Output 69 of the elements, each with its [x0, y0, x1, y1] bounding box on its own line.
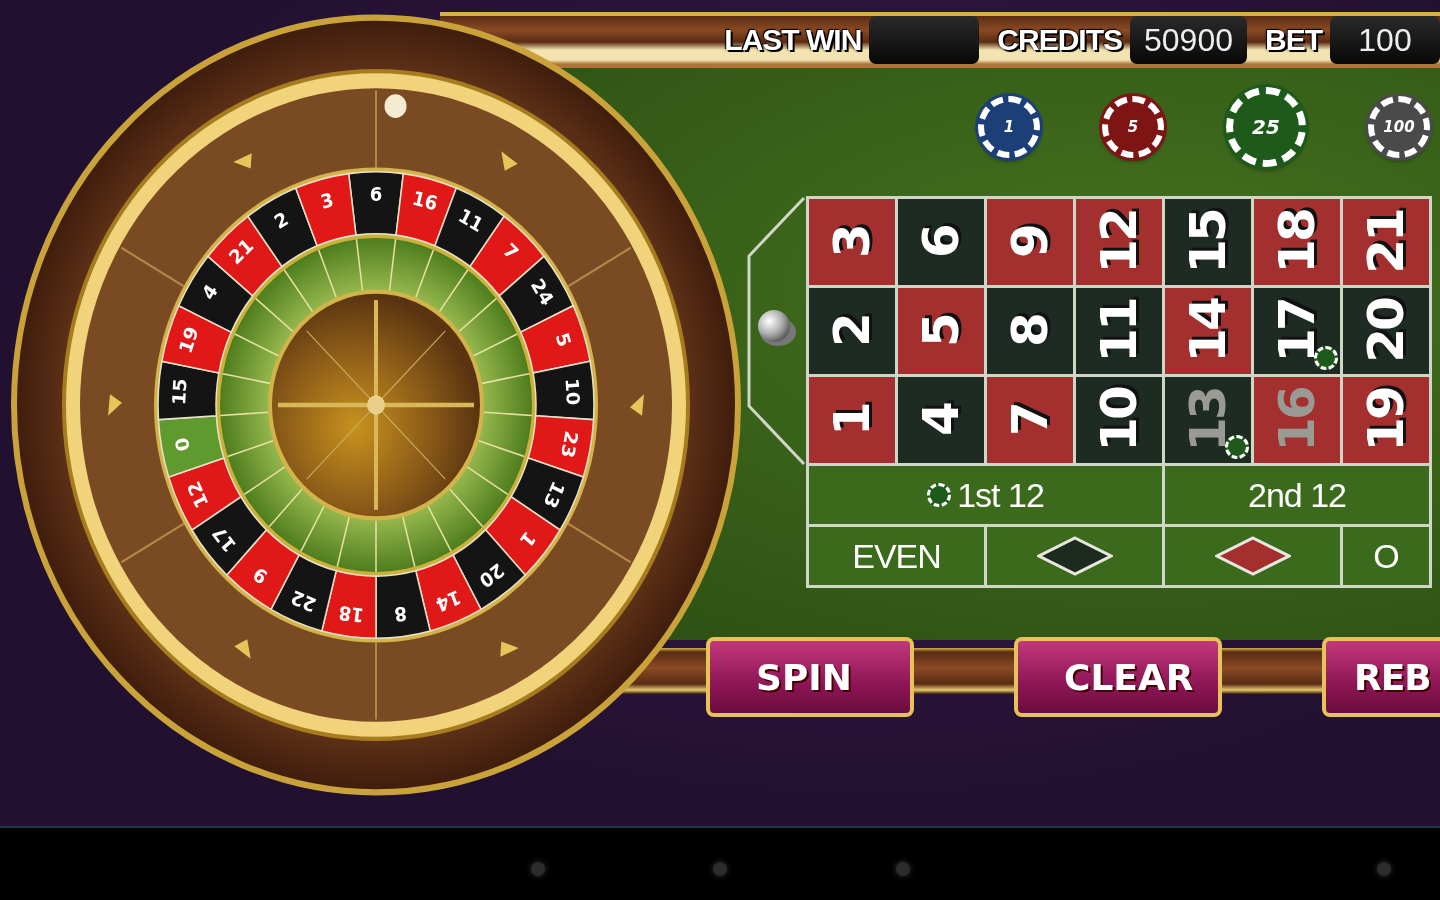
number-cell[interactable]: 17 [1254, 288, 1340, 374]
number-cell[interactable]: 11 [1076, 288, 1162, 374]
game-button[interactable]: CLEAR [1014, 637, 1222, 717]
nav-dot-icon[interactable] [713, 862, 727, 876]
pocket-number: 16 [410, 187, 440, 215]
stat-label: CREDITS [997, 23, 1122, 57]
pocket-number: 17 [208, 522, 241, 557]
zero-pocket[interactable] [746, 196, 806, 466]
pocket-number: 7 [499, 238, 523, 264]
number-cell[interactable]: 9 [987, 199, 1073, 285]
number-cell[interactable]: 12 [1076, 199, 1162, 285]
number-cell[interactable]: 15 [1165, 199, 1251, 285]
nav-dot-icon[interactable] [1377, 862, 1391, 876]
chip-button[interactable]: 1 [978, 96, 1040, 158]
number-cell[interactable]: 7 [987, 377, 1073, 463]
number-cell[interactable]: 10 [1076, 377, 1162, 463]
pocket-number: 9 [249, 562, 272, 589]
pocket-number: 11 [455, 204, 487, 237]
pocket-number: 3 [318, 188, 336, 214]
nav-dot-icon[interactable] [896, 862, 910, 876]
game-button[interactable]: SPIN [706, 637, 914, 717]
stat-label: LAST WIN [724, 23, 862, 57]
pocket-number: 1 [515, 527, 540, 552]
stat-label: BET [1265, 23, 1322, 57]
nav-dot-icon[interactable] [531, 862, 545, 876]
stat-value: 50900 [1130, 16, 1247, 64]
pocket-number: 21 [225, 234, 258, 269]
number-cell[interactable]: 6 [898, 199, 984, 285]
number-cell[interactable]: 1 [809, 377, 895, 463]
outside-bet[interactable]: EVEN [809, 527, 984, 585]
pocket-number: 13 [539, 478, 569, 512]
pocket-number: 6 [369, 183, 383, 206]
pocket-number: 12 [183, 478, 213, 512]
chip-button[interactable]: 25 [1226, 87, 1306, 167]
chip-button[interactable]: 100 [1368, 96, 1430, 158]
number-cell[interactable]: 14 [1165, 288, 1251, 374]
number-cell[interactable]: 3 [809, 199, 895, 285]
number-cell[interactable]: 13 [1165, 377, 1251, 463]
diamond-bet[interactable] [1036, 536, 1113, 576]
dozen-bet[interactable]: 2nd 12 [1165, 466, 1429, 524]
pocket-number: 19 [175, 323, 203, 356]
number-cell[interactable]: 8 [987, 288, 1073, 374]
number-cell[interactable]: 20 [1343, 288, 1429, 374]
pocket-number: 14 [433, 585, 464, 616]
number-cell[interactable]: 21 [1343, 199, 1429, 285]
stat-value: 100 [1330, 16, 1440, 64]
game-button[interactable]: REB [1322, 637, 1440, 717]
pocket-number: 4 [197, 280, 222, 304]
chip-button[interactable]: 5 [1102, 96, 1164, 158]
pocket-number: 20 [475, 558, 508, 593]
pocket-number: 22 [288, 585, 319, 616]
number-cell[interactable]: 19 [1343, 377, 1429, 463]
pocket-number: 10 [561, 377, 584, 406]
number-cell[interactable]: 5 [898, 288, 984, 374]
outside-bet[interactable]: O [1343, 527, 1429, 585]
number-cell[interactable]: 4 [898, 377, 984, 463]
number-cell[interactable]: 18 [1254, 199, 1340, 285]
chip-icon [927, 483, 952, 507]
pocket-number: 0 [171, 435, 194, 454]
pocket-number: 2 [270, 207, 292, 234]
pocket-number: 24 [527, 274, 558, 310]
pocket-number: 8 [393, 602, 409, 626]
pocket-number: 15 [168, 377, 191, 406]
number-cell[interactable]: 2 [809, 288, 895, 374]
pocket-number: 5 [551, 330, 575, 350]
dozen-bet[interactable]: 1st 12 [809, 466, 1162, 524]
pocket-number: 23 [557, 429, 582, 460]
pocket-number: 18 [337, 601, 365, 627]
diamond-bet[interactable] [1214, 536, 1291, 576]
